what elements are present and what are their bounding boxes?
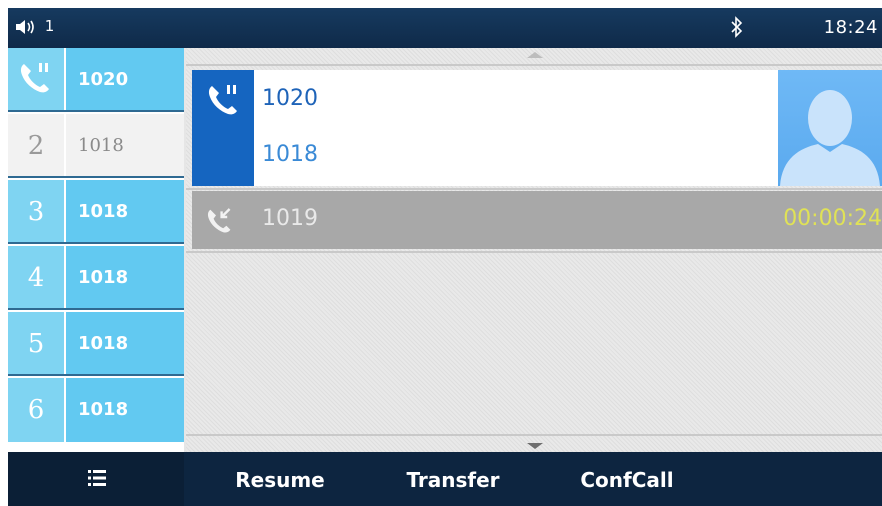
call-number: 1018 (262, 142, 318, 167)
divider (8, 176, 184, 178)
softkey-bar: Resume Transfer ConfCall (8, 452, 882, 506)
line-extension: 1018 (66, 114, 184, 178)
scroll-up-icon[interactable] (527, 52, 543, 58)
transfer-button[interactable]: Transfer (386, 452, 520, 506)
call-name: 1019 (262, 206, 318, 231)
status-bar: 1 18:24 (8, 8, 882, 48)
divider (186, 64, 882, 66)
menu-button[interactable] (8, 452, 184, 506)
line-icon-box (8, 48, 64, 112)
call-name: 1020 (262, 86, 318, 111)
call-hold-icon (208, 85, 237, 115)
line-extension: 1018 (66, 180, 184, 244)
line-number: 4 (8, 246, 64, 310)
incoming-call-icon (207, 208, 231, 233)
clock-time: 18:24 (823, 17, 878, 38)
menu-list-icon (88, 470, 106, 486)
line-key-5[interactable]: 5 1018 (8, 312, 184, 376)
line-number: 2 (8, 114, 64, 178)
confcall-button[interactable]: ConfCall (556, 452, 698, 506)
call-hold-icon (20, 63, 49, 93)
phone-screen: 1 18:24 1020 2 1018 3 1018 4 1018 5 1018… (8, 8, 882, 506)
line-key-4[interactable]: 4 1018 (8, 246, 184, 310)
line-number: 3 (8, 180, 64, 244)
call-timer: 00:00:24 (783, 206, 882, 231)
volume-label: 1 (44, 17, 55, 35)
call-area: 1020 1018 1019 00:00:24 (186, 48, 882, 452)
line-key-1[interactable]: 1020 (8, 48, 184, 112)
line-key-6[interactable]: 6 1018 (8, 378, 184, 442)
line-extension: 1020 (66, 48, 184, 112)
line-key-3[interactable]: 3 1018 (8, 180, 184, 244)
bluetooth-icon (730, 16, 744, 42)
line-key-2[interactable]: 2 1018 (8, 114, 184, 178)
line-extension: 1018 (66, 312, 184, 376)
call-icon-box (192, 70, 254, 186)
speaker-volume-icon (14, 17, 45, 35)
divider (8, 308, 184, 310)
divider (8, 242, 184, 244)
divider (8, 110, 184, 112)
divider (186, 188, 882, 190)
held-call-card[interactable]: 1020 1018 (192, 70, 882, 186)
line-list: 1020 2 1018 3 1018 4 1018 5 1018 6 1018 (8, 48, 184, 452)
divider (186, 434, 882, 436)
line-number: 6 (8, 378, 64, 442)
contact-avatar-icon (778, 70, 882, 186)
scroll-down-icon[interactable] (527, 443, 543, 449)
resume-button[interactable]: Resume (214, 452, 346, 506)
divider (186, 251, 882, 253)
line-extension: 1018 (66, 378, 184, 442)
volume-indicator: 1 (14, 17, 54, 36)
incoming-call-card[interactable]: 1019 00:00:24 (192, 191, 882, 249)
divider (8, 374, 184, 376)
line-number: 5 (8, 312, 64, 376)
line-extension: 1018 (66, 246, 184, 310)
